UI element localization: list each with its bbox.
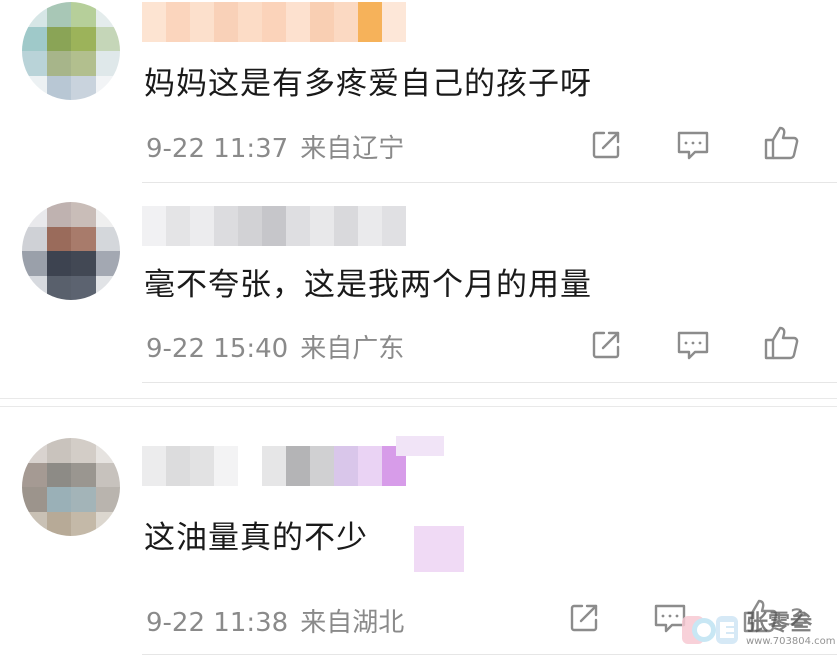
- avatar[interactable]: [22, 438, 120, 536]
- watermark-logo-icon: [680, 610, 742, 650]
- share-button[interactable]: [586, 325, 626, 365]
- comment-time: 9-22 11:37: [146, 134, 289, 164]
- comment-icon: [677, 131, 709, 160]
- like-button[interactable]: [761, 123, 801, 163]
- comment-meta: 9-22 15:40 来自广东: [146, 328, 404, 365]
- like-button[interactable]: [761, 323, 801, 363]
- divider: [142, 382, 837, 383]
- comment-text: 妈妈这是有多疼爱自己的孩子呀: [144, 66, 592, 102]
- comment-location: 来自广东: [300, 334, 405, 364]
- divider: [142, 182, 837, 183]
- share-icon: [592, 131, 620, 159]
- username[interactable]: [142, 206, 406, 246]
- comment-time: 9-22 11:38: [146, 608, 289, 638]
- reply-button[interactable]: [673, 325, 713, 365]
- thumbs-up-icon: [764, 126, 799, 160]
- section-divider: [0, 398, 837, 399]
- reply-button[interactable]: [673, 125, 713, 165]
- share-button[interactable]: [564, 598, 604, 638]
- watermark-name: 张零叁: [746, 611, 813, 636]
- comment-location: 来自辽宁: [300, 134, 405, 164]
- username[interactable]: [142, 2, 406, 42]
- thumbs-up-icon: [764, 326, 799, 360]
- watermark: 张零叁 www.703804.com: [680, 604, 836, 656]
- watermark-text: 张零叁 www.703804.com: [746, 613, 836, 647]
- username[interactable]: [142, 446, 406, 486]
- avatar[interactable]: [22, 2, 120, 100]
- share-button[interactable]: [586, 125, 626, 165]
- share-icon: [570, 604, 598, 632]
- username-blur-fragment: [414, 526, 464, 572]
- watermark-url: www.703804.com: [746, 636, 836, 647]
- comment-meta: 9-22 11:38 来自湖北: [146, 602, 404, 639]
- comment-text: 毫不夸张，这是我两个月的用量: [144, 267, 592, 303]
- comment-location: 来自湖北: [300, 608, 405, 638]
- share-icon: [592, 331, 620, 359]
- username-blur-fragment: [396, 436, 444, 456]
- comment-text: 这油量真的不少: [144, 520, 368, 556]
- comment-time: 9-22 15:40: [146, 334, 289, 364]
- section-divider: [0, 406, 837, 407]
- comment-meta: 9-22 11:37 来自辽宁: [146, 128, 404, 165]
- avatar[interactable]: [22, 202, 120, 300]
- comment-icon: [677, 331, 709, 360]
